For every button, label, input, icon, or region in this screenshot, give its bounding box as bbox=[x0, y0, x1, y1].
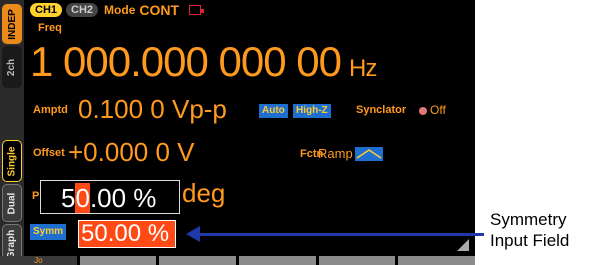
softkey-6[interactable] bbox=[398, 256, 475, 265]
tab-single[interactable]: Single bbox=[2, 140, 22, 182]
tab-2ch[interactable]: 2ch bbox=[2, 46, 22, 88]
phase-label: P bbox=[32, 190, 40, 202]
symmetry-input-field[interactable]: 50.00 % bbox=[78, 220, 176, 248]
callout-arrow-line bbox=[194, 233, 484, 236]
side-tab-strip: INDEP 2ch Single Dual Graph bbox=[0, 0, 24, 265]
synclator-label: Synclator bbox=[356, 104, 407, 116]
softkey-bar: Jo bbox=[0, 256, 475, 265]
phase-unit: deg bbox=[182, 178, 226, 208]
auto-badge[interactable]: Auto bbox=[259, 104, 288, 118]
softkey-2[interactable] bbox=[79, 256, 157, 265]
amptd-label: Amptd bbox=[33, 104, 68, 116]
highz-badge[interactable]: High-Z bbox=[293, 104, 331, 118]
external-ref-icon bbox=[189, 5, 205, 15]
callout-label: Symmetry Input Field bbox=[490, 209, 569, 251]
softkey-5[interactable] bbox=[318, 256, 396, 265]
softkey-3[interactable] bbox=[159, 256, 237, 265]
instrument-screen: INDEP 2ch Single Dual Graph CH1 CH2 Mode… bbox=[0, 0, 475, 265]
symm-label: Symm bbox=[30, 224, 67, 240]
offset-label: Offset bbox=[33, 147, 65, 159]
status-bar: CH1 CH2 Mode CONT bbox=[30, 2, 205, 18]
offset-value[interactable]: +0.000 0 V bbox=[68, 137, 195, 168]
mode-value: CONT bbox=[139, 2, 180, 18]
synclator-indicator-icon bbox=[419, 107, 427, 115]
ramp-wave-icon bbox=[355, 147, 383, 161]
softkey-4[interactable] bbox=[239, 256, 316, 265]
symmetry-popup-value[interactable]: 50.00 % bbox=[61, 183, 156, 214]
tab-indep[interactable]: INDEP bbox=[2, 4, 22, 44]
fctn-value[interactable]: Ramp bbox=[318, 146, 353, 161]
corner-marker-icon bbox=[457, 239, 469, 251]
frequency-unit: Hz bbox=[348, 55, 377, 82]
ch2-button[interactable]: CH2 bbox=[66, 3, 99, 17]
amplitude-value[interactable]: 0.100 0 Vp-p bbox=[78, 94, 227, 125]
synclator-state[interactable]: Off bbox=[430, 103, 446, 117]
mode-label: Mode bbox=[104, 3, 136, 17]
callout-line-1: Symmetry bbox=[490, 210, 567, 229]
softkey-1[interactable]: Jo bbox=[0, 256, 77, 265]
callout-line-2: Input Field bbox=[490, 231, 570, 250]
freq-label: Freq bbox=[38, 22, 62, 34]
frequency-value: 1 000.000 000 00 bbox=[30, 38, 342, 85]
frequency-field[interactable]: 1 000.000 000 00 Hz bbox=[30, 38, 377, 86]
ch1-button[interactable]: CH1 bbox=[30, 3, 63, 17]
callout-arrow-head-icon bbox=[186, 226, 200, 242]
symmetry-popup: 50.00 % bbox=[40, 180, 180, 214]
digit-cursor: 0 bbox=[75, 183, 90, 213]
tab-dual[interactable]: Dual bbox=[2, 184, 22, 222]
